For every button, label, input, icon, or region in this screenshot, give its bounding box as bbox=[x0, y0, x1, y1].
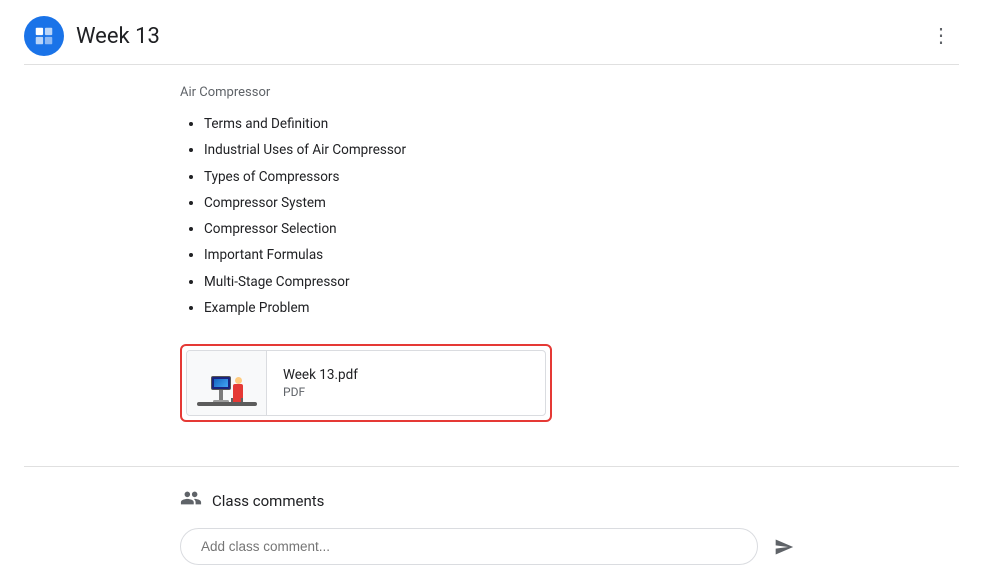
list-item: Important Formulas bbox=[204, 243, 959, 267]
comment-input[interactable] bbox=[180, 528, 758, 565]
content-divider bbox=[24, 466, 959, 467]
list-item: Industrial Uses of Air Compressor bbox=[204, 138, 959, 162]
list-item: Compressor Selection bbox=[204, 217, 959, 241]
send-comment-button[interactable] bbox=[768, 531, 800, 563]
comments-label: Class comments bbox=[212, 492, 324, 510]
list-item: Example Problem bbox=[204, 296, 959, 320]
page-title: Week 13 bbox=[76, 24, 160, 49]
app-icon bbox=[24, 16, 64, 56]
pdf-card[interactable]: Week 13.pdf PDF bbox=[186, 350, 546, 416]
pdf-thumbnail bbox=[187, 351, 267, 415]
pdf-thumb-illustration bbox=[197, 358, 257, 408]
header-left: Week 13 bbox=[24, 16, 160, 56]
main-content: Air Compressor Terms and Definition Indu… bbox=[0, 65, 983, 466]
comment-input-row bbox=[180, 528, 800, 565]
section-label: Air Compressor bbox=[180, 85, 959, 100]
list-item: Types of Compressors bbox=[204, 165, 959, 189]
pdf-info: Week 13.pdf PDF bbox=[267, 359, 545, 407]
comments-header: Class comments bbox=[180, 487, 959, 514]
pdf-type-label: PDF bbox=[283, 385, 529, 399]
comments-icon bbox=[180, 487, 202, 514]
pdf-card-wrapper: Week 13.pdf PDF bbox=[180, 344, 959, 422]
page-header: Week 13 ⋮ bbox=[0, 0, 983, 64]
topic-list: Terms and Definition Industrial Uses of … bbox=[180, 112, 959, 320]
list-item: Multi-Stage Compressor bbox=[204, 270, 959, 294]
comments-section: Class comments bbox=[0, 487, 983, 565]
pdf-card-highlight: Week 13.pdf PDF bbox=[180, 344, 552, 422]
pdf-filename: Week 13.pdf bbox=[283, 367, 529, 383]
more-options-button[interactable]: ⋮ bbox=[923, 18, 959, 54]
list-item: Compressor System bbox=[204, 191, 959, 215]
list-item: Terms and Definition bbox=[204, 112, 959, 136]
